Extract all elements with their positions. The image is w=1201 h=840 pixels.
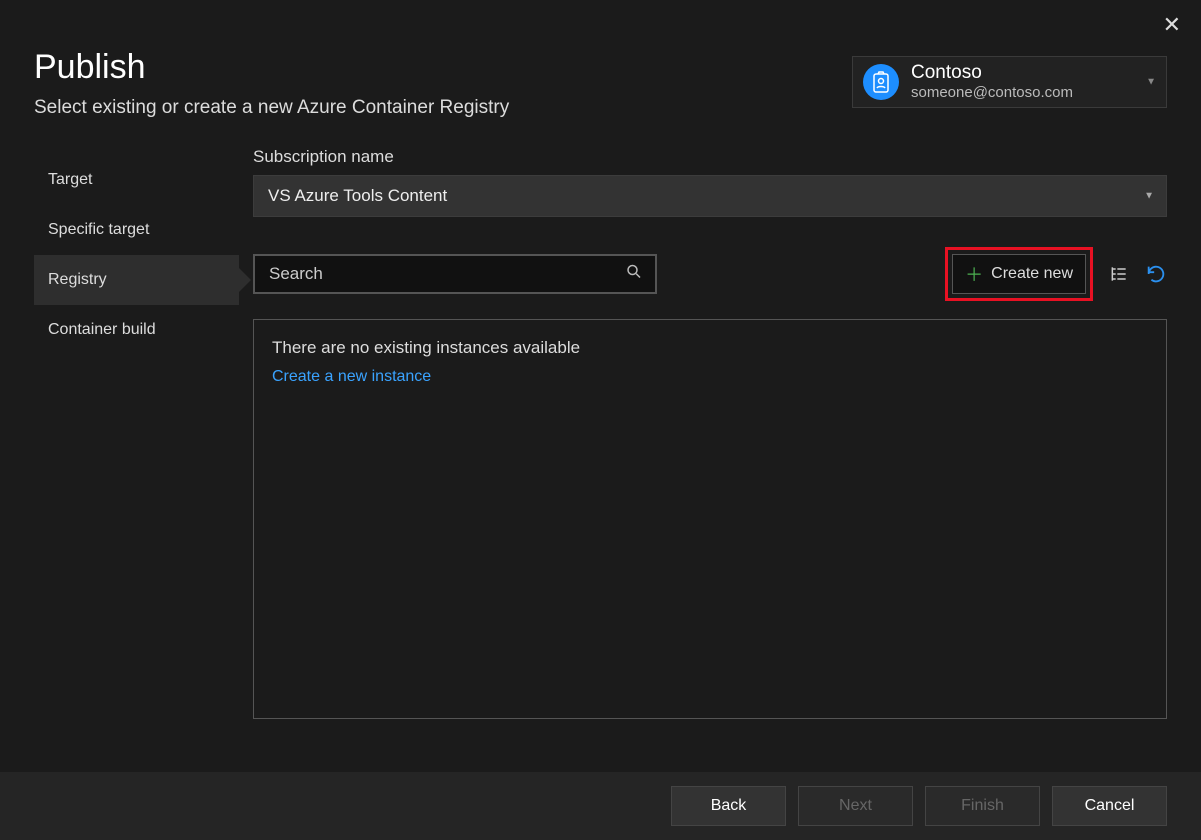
sidebar-item-specific-target[interactable]: Specific target bbox=[34, 205, 239, 255]
sidebar-item-target[interactable]: Target bbox=[34, 155, 239, 205]
next-button: Next bbox=[798, 786, 913, 826]
publish-dialog: ✕ Publish Select existing or create a ne… bbox=[0, 0, 1201, 840]
sidebar-item-registry[interactable]: Registry bbox=[34, 255, 239, 305]
main-panel: Subscription name VS Azure Tools Content… bbox=[239, 147, 1167, 719]
search-icon bbox=[625, 263, 643, 286]
account-email: someone@contoso.com bbox=[911, 84, 1073, 101]
plus-icon: ＋ bbox=[965, 261, 983, 287]
create-new-button[interactable]: ＋ Create new bbox=[952, 254, 1086, 294]
page-title: Publish bbox=[34, 48, 509, 87]
chevron-down-icon: ▼ bbox=[1146, 76, 1156, 87]
page-subtitle: Select existing or create a new Azure Co… bbox=[34, 97, 509, 119]
wizard-sidebar: Target Specific target Registry Containe… bbox=[34, 147, 239, 719]
account-name: Contoso bbox=[911, 63, 1073, 84]
close-icon[interactable]: ✕ bbox=[1163, 12, 1181, 38]
account-selector[interactable]: Contoso someone@contoso.com ▼ bbox=[852, 56, 1167, 108]
subscription-label: Subscription name bbox=[253, 147, 1167, 167]
create-new-label: Create new bbox=[991, 265, 1073, 283]
finish-button: Finish bbox=[925, 786, 1040, 826]
search-input[interactable]: Search bbox=[253, 254, 657, 294]
dialog-body: Target Specific target Registry Containe… bbox=[0, 119, 1201, 719]
search-placeholder: Search bbox=[269, 264, 323, 283]
create-new-highlight: ＋ Create new bbox=[945, 247, 1093, 301]
dialog-footer: Back Next Finish Cancel bbox=[0, 772, 1201, 840]
sidebar-item-container-build[interactable]: Container build bbox=[34, 305, 239, 355]
tree-view-icon[interactable] bbox=[1109, 264, 1129, 284]
refresh-icon[interactable] bbox=[1145, 263, 1167, 285]
registry-toolbar: Search ＋ Create new bbox=[253, 247, 1167, 301]
account-avatar-icon bbox=[863, 64, 899, 100]
subscription-select[interactable]: VS Azure Tools Content ▼ bbox=[253, 175, 1167, 217]
subscription-value: VS Azure Tools Content bbox=[268, 186, 447, 205]
create-instance-link[interactable]: Create a new instance bbox=[272, 368, 1148, 386]
back-button[interactable]: Back bbox=[671, 786, 786, 826]
cancel-button[interactable]: Cancel bbox=[1052, 786, 1167, 826]
no-instances-text: There are no existing instances availabl… bbox=[272, 338, 1148, 358]
instances-list: There are no existing instances availabl… bbox=[253, 319, 1167, 719]
chevron-down-icon: ▼ bbox=[1144, 191, 1154, 202]
